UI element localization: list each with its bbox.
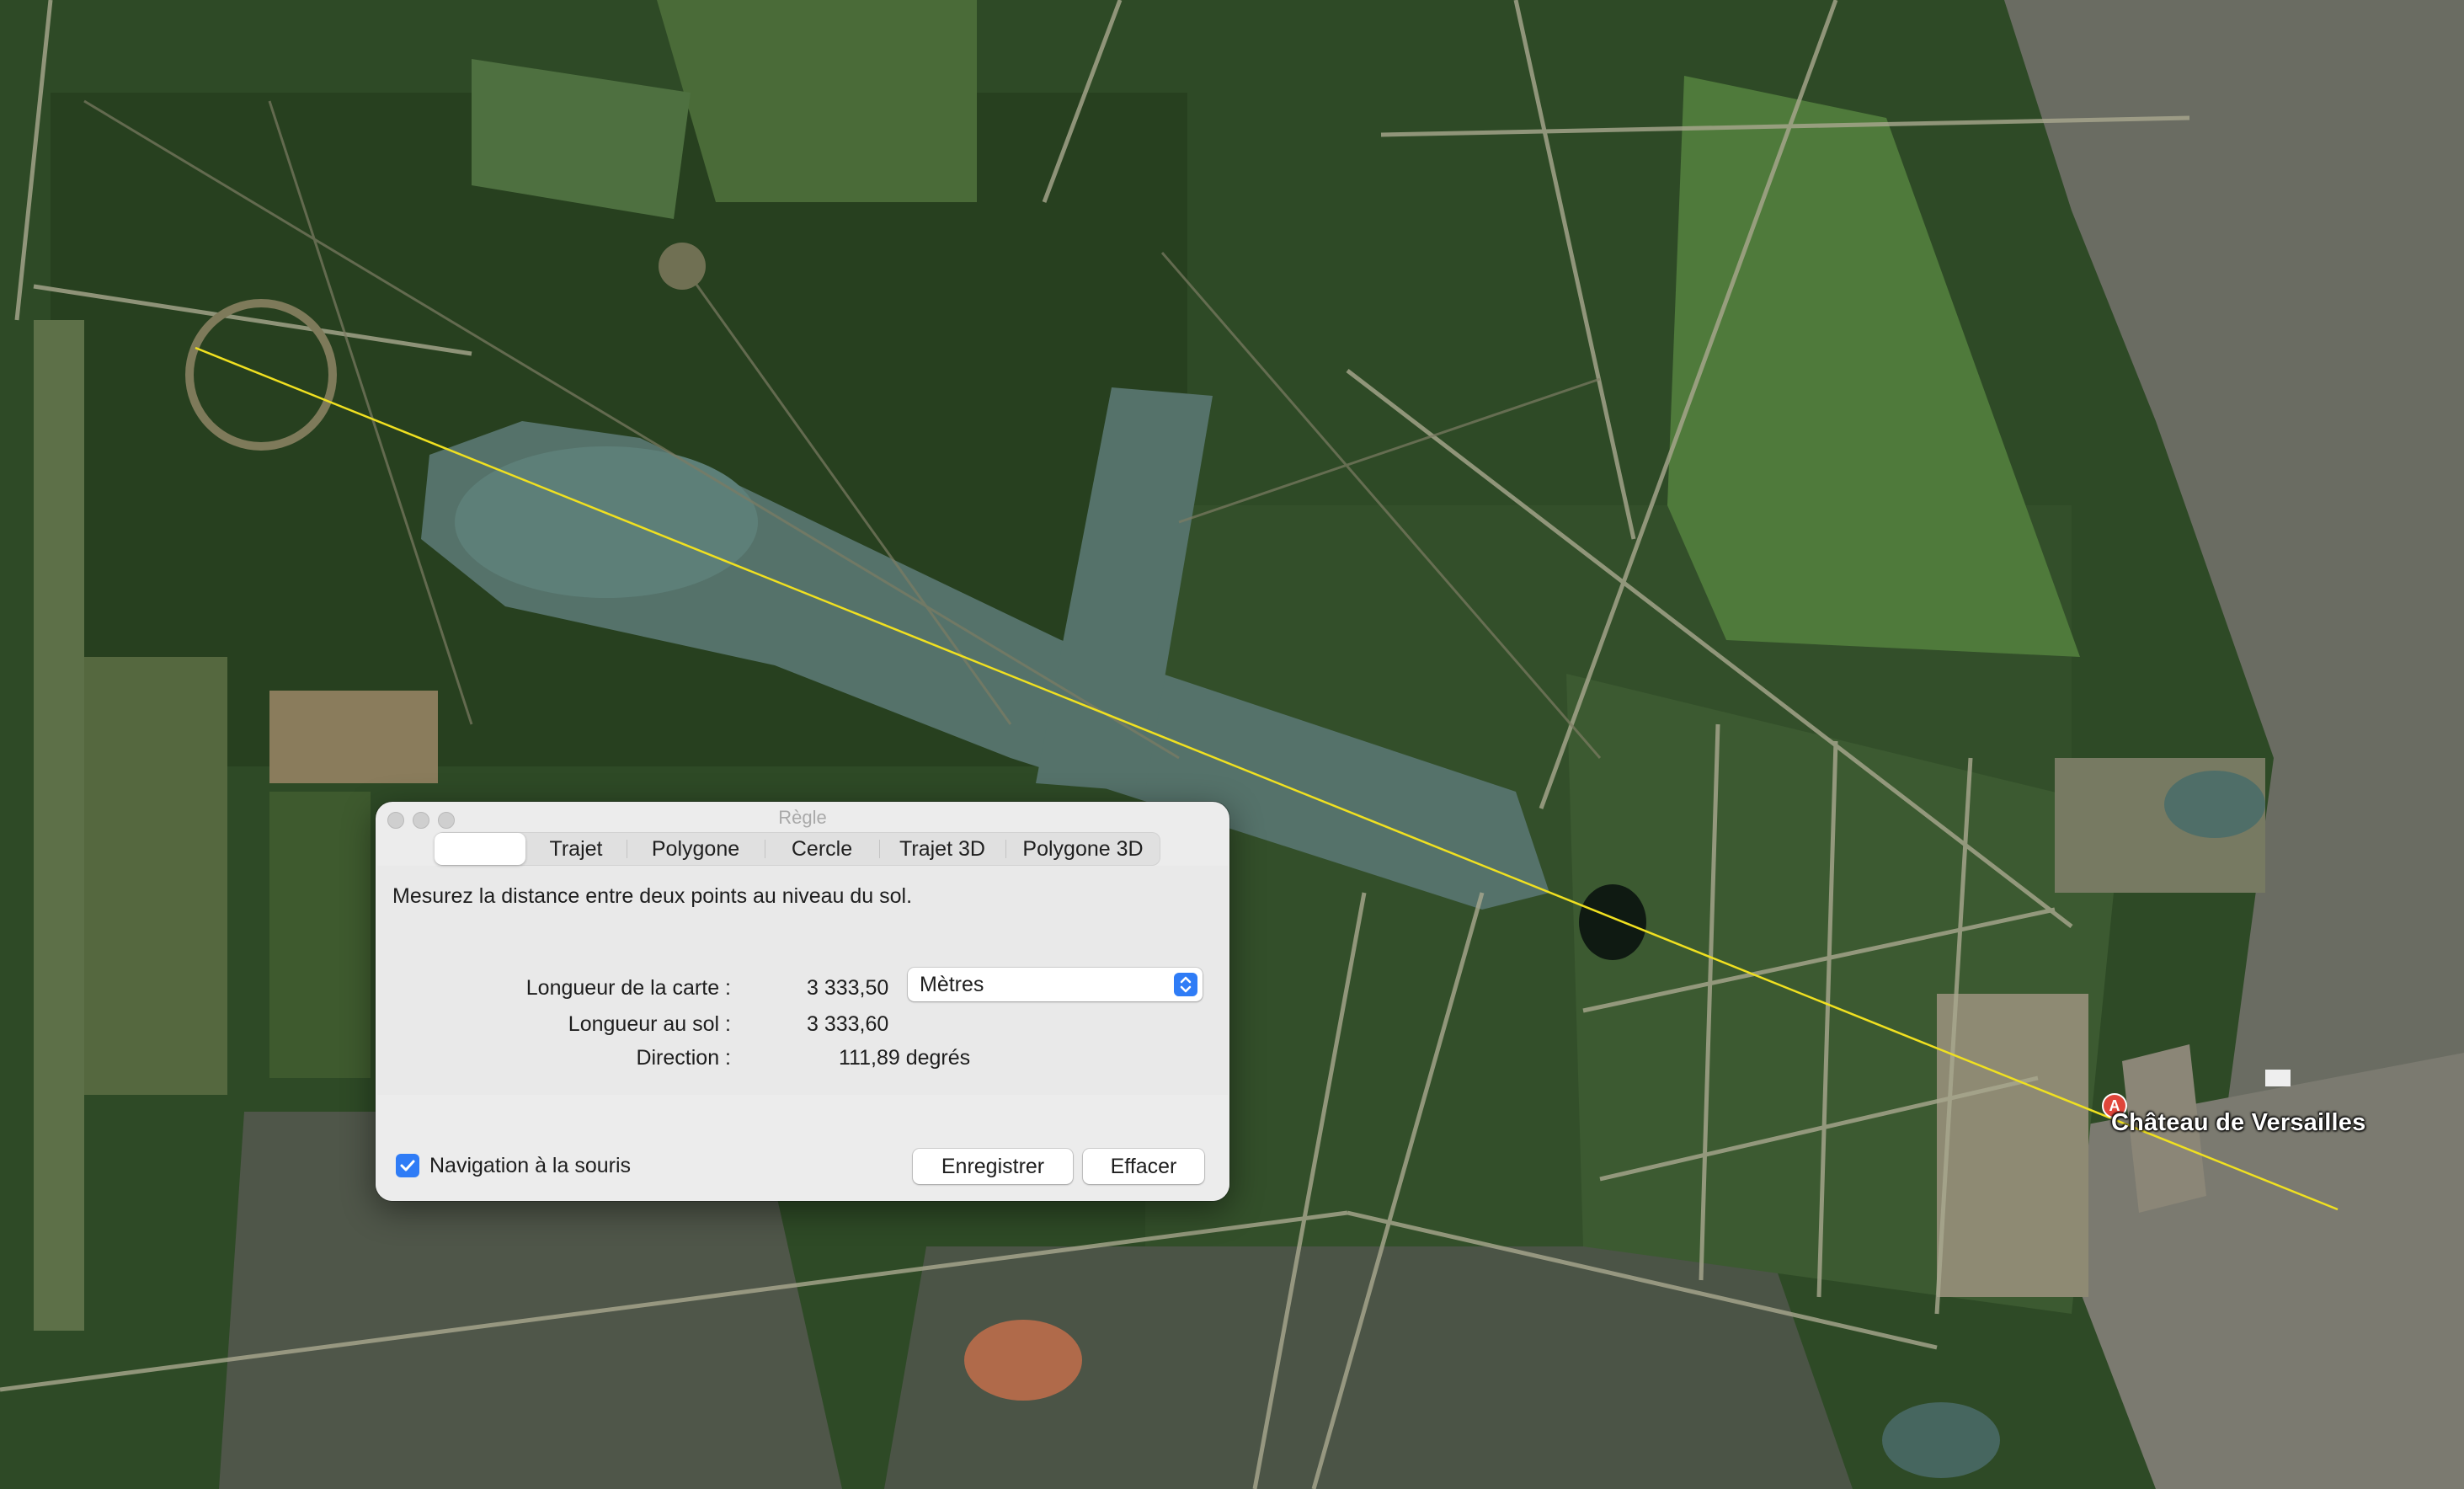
- measure-tabs: Trajet Polygone Cercle Trajet 3D Polygon…: [435, 832, 1160, 866]
- place-label[interactable]: Château de Versailles: [2111, 1109, 2365, 1137]
- unit-select-value: Mètres: [920, 973, 984, 996]
- heading-value: 111,89 degrés: [839, 1046, 971, 1070]
- heading-label: Direction :: [636, 1046, 731, 1070]
- unit-select[interactable]: Mètres: [908, 968, 1203, 1001]
- mouse-navigation-checkbox[interactable]: [396, 1154, 419, 1177]
- tab-circle[interactable]: Cercle: [765, 832, 879, 866]
- checkmark-icon: [400, 1160, 415, 1171]
- map-length-value: 3 333,50: [807, 976, 889, 1000]
- tab-3d-path[interactable]: Trajet 3D: [879, 832, 1005, 866]
- map-imagery[interactable]: [0, 0, 2464, 1489]
- ruler-dialog: Règle Trajet Polygone Cercle Trajet 3D P…: [376, 802, 1229, 1201]
- map-length-label: Longueur de la carte :: [525, 976, 731, 1000]
- tab-polygon[interactable]: Polygone: [627, 832, 765, 866]
- description-text: Mesurez la distance entre deux points au…: [392, 884, 913, 908]
- satellite-map[interactable]: A Château de Versailles: [0, 0, 2464, 1489]
- up-down-chevron-icon: [1174, 973, 1197, 996]
- tab-line[interactable]: [435, 833, 525, 865]
- title-bar[interactable]: Règle: [376, 802, 1229, 832]
- clear-button[interactable]: Effacer: [1083, 1149, 1204, 1184]
- tab-path[interactable]: Trajet: [525, 832, 627, 866]
- dialog-title: Règle: [778, 807, 827, 828]
- ground-length-label: Longueur au sol :: [568, 1012, 731, 1036]
- save-button[interactable]: Enregistrer: [913, 1149, 1073, 1184]
- dialog-footer: [376, 1095, 1229, 1201]
- tab-3d-polygon[interactable]: Polygone 3D: [1005, 832, 1160, 866]
- ground-length-value: 3 333,60: [807, 1012, 889, 1036]
- mouse-navigation-label[interactable]: Navigation à la souris: [429, 1154, 631, 1178]
